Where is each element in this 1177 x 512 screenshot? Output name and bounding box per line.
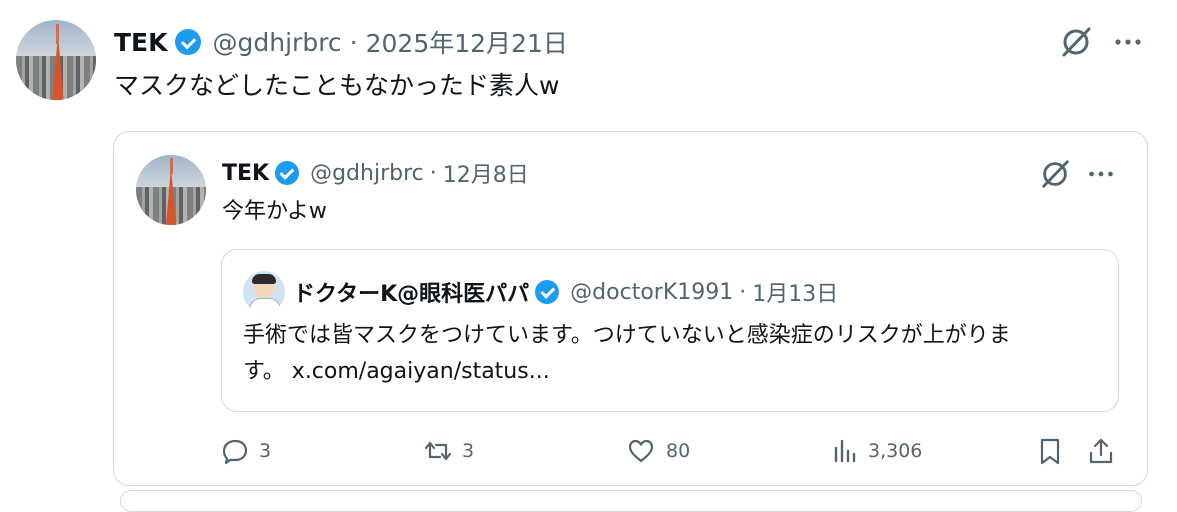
nested-quote-text-line1: 手術では皆マスクをつけています。つけていないと感染症のリスクが上がりま <box>243 323 1011 348</box>
repost-button[interactable]: 3 <box>422 436 474 466</box>
verified-badge-icon <box>174 29 201 55</box>
bookmark-button[interactable] <box>1036 436 1064 466</box>
quoted-post-author-name[interactable]: TEK <box>222 161 269 186</box>
repost-icon <box>424 441 452 461</box>
main-post-text: マスクなどしたこともなかったド素人w <box>114 71 560 100</box>
main-post-author-name[interactable]: TEK <box>114 28 168 57</box>
quoted-post-grok-button[interactable] <box>1038 157 1072 191</box>
reply-count: 3 <box>259 440 272 462</box>
verified-badge-icon <box>535 280 560 304</box>
quoted-post-separator: · <box>429 160 437 186</box>
nested-quote-handle[interactable]: @doctorK1991 <box>570 280 733 305</box>
views-count: 3,306 <box>868 440 923 462</box>
views-icon <box>834 439 856 463</box>
main-post-grok-button[interactable] <box>1058 24 1094 60</box>
main-post-avatar[interactable] <box>16 20 96 100</box>
nested-quote-text-line2: す。 x.com/agaiyan/status... <box>243 359 550 384</box>
bookmark-icon <box>1040 438 1060 465</box>
quoted-post-text: 今年かよw <box>222 199 327 224</box>
more-icon <box>1115 39 1141 45</box>
nested-quote-avatar[interactable] <box>243 271 285 313</box>
main-post-header: TEK @gdhjrbrc · 2025年12月21日 <box>114 24 568 60</box>
main-post-more-button[interactable] <box>1110 32 1146 52</box>
verified-badge-icon <box>275 161 300 185</box>
quoted-post-header: TEK @gdhjrbrc · 12月8日 <box>222 157 529 189</box>
reply-button[interactable]: 3 <box>220 436 271 466</box>
quoted-post-more-button[interactable] <box>1084 164 1118 184</box>
quoted-post-date[interactable]: 12月8日 <box>443 157 529 189</box>
repost-count: 3 <box>462 440 475 462</box>
more-icon <box>1089 171 1113 177</box>
like-button[interactable]: 80 <box>626 436 690 466</box>
like-icon <box>628 439 654 463</box>
nested-quote-date[interactable]: 1月13日 <box>752 276 838 308</box>
nested-quote-separator: · <box>739 279 747 305</box>
next-card-edge <box>120 490 1142 512</box>
quoted-post-avatar[interactable] <box>136 155 206 225</box>
main-post-separator: · <box>349 27 358 57</box>
views-button[interactable]: 3,306 <box>830 436 922 466</box>
grok-icon <box>1062 27 1091 57</box>
main-post-handle[interactable]: @gdhjrbrc <box>213 28 342 57</box>
nested-quote-header: ドクターK@眼科医パパ @doctorK1991 · 1月13日 <box>293 276 838 308</box>
like-count: 80 <box>666 440 691 462</box>
reply-icon <box>222 439 248 465</box>
nested-quote-author-name[interactable]: ドクターK@眼科医パパ <box>293 276 529 308</box>
quoted-post-handle[interactable]: @gdhjrbrc <box>310 161 424 186</box>
share-button[interactable] <box>1086 435 1116 467</box>
share-icon <box>1089 438 1113 464</box>
main-post-date[interactable]: 2025年12月21日 <box>366 24 568 60</box>
grok-icon <box>1042 160 1069 188</box>
